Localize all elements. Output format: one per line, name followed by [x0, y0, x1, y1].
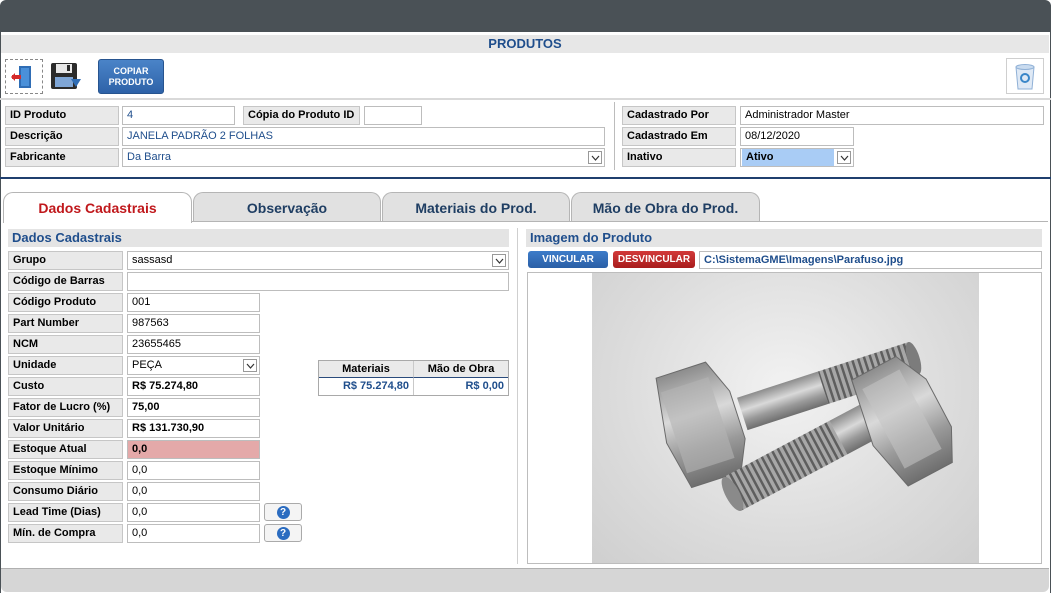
- vincular-button[interactable]: VINCULAR: [528, 251, 608, 268]
- consumo-diario-field[interactable]: 0,0: [127, 482, 260, 501]
- fator-de-lucro-value: 75,00: [132, 401, 160, 413]
- tab-dados-cadastrais[interactable]: Dados Cadastrais: [3, 192, 192, 223]
- id-produto-field[interactable]: 4: [122, 106, 235, 125]
- estoque-minimo-field[interactable]: 0,0: [127, 461, 260, 480]
- codigo-produto-value: 001: [132, 296, 151, 308]
- page-title: PRODUTOS: [1, 35, 1049, 53]
- ncm-label: NCM: [8, 335, 123, 354]
- inativo-select[interactable]: Ativo: [740, 148, 854, 167]
- codigo-de-barras-label: Código de Barras: [8, 272, 123, 291]
- recycle-bin-icon[interactable]: [1006, 58, 1044, 94]
- id-produto-label: ID Produto: [5, 106, 119, 125]
- chevron-down-icon[interactable]: [837, 151, 851, 164]
- section-divider: [517, 228, 518, 564]
- consumo-diario-value: 0,0: [132, 485, 148, 497]
- window-titlebar: [0, 0, 1051, 32]
- fabricante-label: Fabricante: [5, 148, 119, 167]
- toolbar-separator: [0, 98, 1051, 100]
- lead-time-dias-value: 0,0: [132, 506, 148, 518]
- tab-materiais[interactable]: Materiais do Prod.: [382, 192, 570, 222]
- header-bottom-rule: [0, 177, 1051, 179]
- dados-section-title: Dados Cadastrais: [8, 229, 509, 247]
- exit-door-icon[interactable]: [5, 59, 43, 94]
- copy-button-label-1: COPIAR: [113, 65, 149, 76]
- chevron-down-icon[interactable]: [243, 359, 257, 372]
- copia-produto-label: Cópia do Produto ID: [243, 106, 360, 125]
- codigo-produto-field[interactable]: 001: [127, 293, 260, 312]
- tab-baseline: [192, 221, 1048, 222]
- cadastrado-por-label: Cadastrado Por: [622, 106, 736, 125]
- chevron-down-icon[interactable]: [588, 151, 602, 164]
- fator-de-lucro-field[interactable]: 75,00: [127, 398, 260, 417]
- custo-label: Custo: [8, 377, 123, 396]
- product-image-frame: [527, 272, 1042, 564]
- grupo-label: Grupo: [8, 251, 123, 270]
- codigo-de-barras-field[interactable]: [127, 272, 509, 291]
- descricao-field[interactable]: JANELA PADRÃO 2 FOLHAS: [122, 127, 605, 146]
- custo-field[interactable]: R$ 75.274,80: [127, 377, 260, 396]
- unidade-field[interactable]: PEÇA: [127, 356, 260, 375]
- part-number-value: 987563: [132, 317, 169, 329]
- estoque-minimo-label: Estoque Mínimo: [8, 461, 123, 480]
- cadastrado-em-field: 08/12/2020: [740, 127, 854, 146]
- mao-de-obra-value: R$ 0,00: [465, 380, 504, 392]
- materiais-header: Materiais: [319, 361, 414, 378]
- fabricante-select[interactable]: Da Barra: [122, 148, 605, 167]
- desvincular-button[interactable]: DESVINCULAR: [613, 251, 695, 268]
- ncm-value: 23655465: [132, 338, 181, 350]
- header-divider: [614, 102, 615, 170]
- imagem-section-title: Imagem do Produto: [526, 229, 1042, 247]
- grupo-value: sassasd: [132, 254, 173, 266]
- chevron-down-icon[interactable]: [492, 254, 506, 267]
- unidade-value: PEÇA: [132, 359, 162, 371]
- mao-de-obra-header: Mão de Obra: [414, 361, 508, 378]
- inativo-label: Inativo: [622, 148, 736, 167]
- cadastrado-em-label: Cadastrado Em: [622, 127, 736, 146]
- lead-time-dias-field[interactable]: 0,0: [127, 503, 260, 522]
- floppy-disk-icon[interactable]: [47, 59, 85, 94]
- copia-produto-field[interactable]: [364, 106, 422, 125]
- custos-table: Materiais Mão de Obra R$ 75.274,80 R$ 0,…: [318, 360, 509, 396]
- min-de-compra-field[interactable]: 0,0: [127, 524, 260, 543]
- codigo-produto-label: Código Produto: [8, 293, 123, 312]
- question-mark-icon[interactable]: ?: [264, 524, 302, 542]
- estoque-minimo-value: 0,0: [132, 464, 148, 476]
- min-de-compra-label: Mín. de Compra: [8, 524, 123, 543]
- lead-time-dias-label: Lead Time (Dias): [8, 503, 123, 522]
- unidade-label: Unidade: [8, 356, 123, 375]
- valor-unitario-field[interactable]: R$ 131.730,90: [127, 419, 260, 438]
- tab-mao-de-obra[interactable]: Mão de Obra do Prod.: [571, 192, 760, 222]
- descricao-label: Descrição: [5, 127, 119, 146]
- estoque-atual-value: 0,0: [132, 443, 148, 455]
- image-path-field[interactable]: C:\SistemaGME\Imagens\Parafuso.jpg: [699, 251, 1042, 269]
- part-number-label: Part Number: [8, 314, 123, 333]
- grupo-field[interactable]: sassasd: [127, 251, 509, 270]
- min-de-compra-value: 0,0: [132, 527, 148, 539]
- inativo-value: Ativo: [742, 149, 834, 166]
- custo-value: R$ 75.274,80: [132, 380, 199, 392]
- copy-button-label-2: PRODUTO: [108, 76, 154, 87]
- ncm-field[interactable]: 23655465: [127, 335, 260, 354]
- consumo-diario-label: Consumo Diário: [8, 482, 123, 501]
- cadastrado-por-field: Administrador Master: [740, 106, 1044, 125]
- valor-unitario-value: R$ 131.730,90: [132, 422, 205, 434]
- fator-de-lucro-label: Fator de Lucro (%): [8, 398, 123, 417]
- question-mark-icon[interactable]: ?: [264, 503, 302, 521]
- valor-unitario-label: Valor Unitário: [8, 419, 123, 438]
- copy-product-button[interactable]: COPIAR PRODUTO: [98, 59, 164, 94]
- materiais-value: R$ 75.274,80: [319, 378, 414, 395]
- status-bar: [1, 568, 1049, 592]
- part-number-field[interactable]: 987563: [127, 314, 260, 333]
- estoque-atual-label: Estoque Atual: [8, 440, 123, 459]
- estoque-atual-field[interactable]: 0,0: [127, 440, 260, 459]
- tab-observacao[interactable]: Observação: [193, 192, 381, 222]
- fabricante-value: Da Barra: [127, 151, 172, 163]
- product-image: [592, 273, 979, 563]
